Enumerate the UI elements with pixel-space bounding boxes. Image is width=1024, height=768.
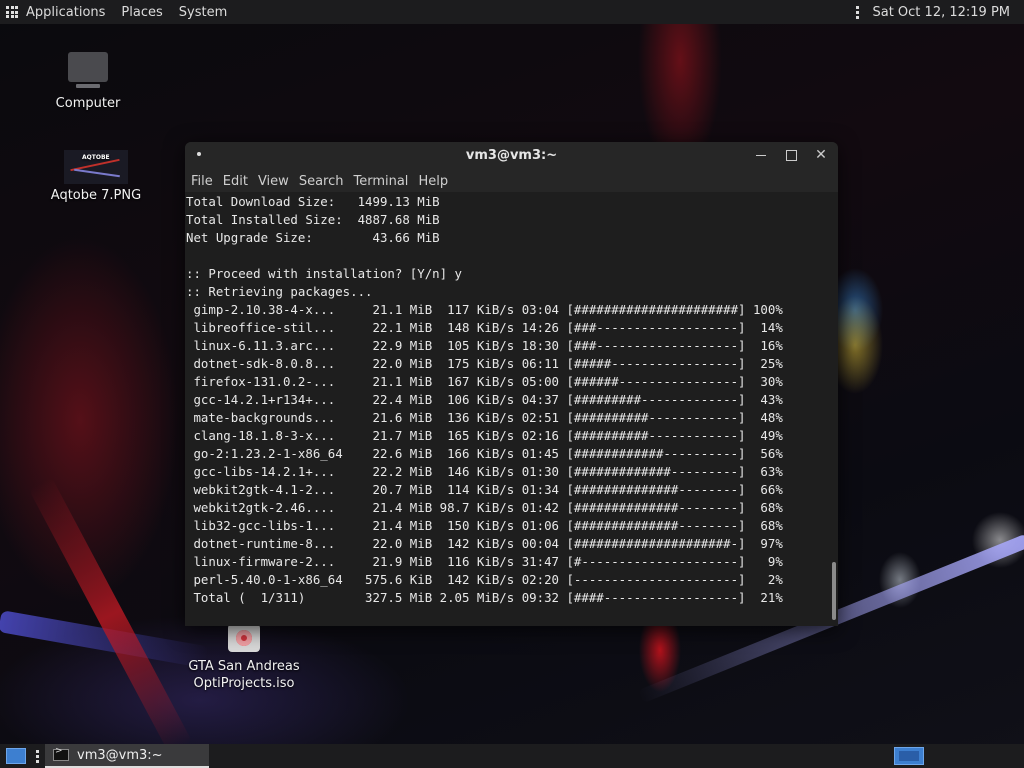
close-button[interactable]: ✕ — [812, 146, 830, 164]
terminal-line: :: Retrieving packages... — [186, 284, 373, 299]
package-progress-line: go-2:1.23.2-1-x86_64 22.6 MiB 166 KiB/s … — [193, 446, 783, 461]
terminal-icon — [53, 746, 69, 761]
minimize-icon — [756, 154, 766, 156]
desktop-icon-label: Aqtobe 7.PNG — [50, 188, 142, 203]
menu-terminal[interactable]: Terminal — [348, 174, 413, 189]
panel-handle-icon[interactable] — [856, 5, 860, 19]
package-progress-line: linux-firmware-2... 21.9 MiB 116 KiB/s 3… — [193, 554, 783, 569]
package-progress-line: linux-6.11.3.arc... 22.9 MiB 105 KiB/s 1… — [193, 338, 783, 353]
terminal-menubar: File Edit View Search Terminal Help — [185, 170, 838, 192]
bottom-panel: vm3@vm3:~ — [0, 744, 1024, 768]
panel-handle-icon[interactable] — [36, 749, 39, 763]
terminal-text: Total Download Size: 1499.13 MiB Total I… — [185, 192, 828, 607]
package-progress-line: lib32-gcc-libs-1... 21.4 MiB 150 KiB/s 0… — [193, 518, 783, 533]
maximize-icon — [785, 149, 797, 161]
places-menu[interactable]: Places — [113, 0, 170, 24]
top-panel: Applications Places System Sat Oct 12, 1… — [0, 0, 1024, 24]
terminal-line: Net Upgrade Size: 43.66 MiB — [186, 230, 440, 245]
close-icon: ✕ — [815, 147, 827, 163]
menu-help[interactable]: Help — [413, 174, 453, 189]
package-progress-line: perl-5.40.0-1-x86_64 575.6 KiB 142 KiB/s… — [193, 572, 783, 587]
desktop-icon-gta-iso[interactable]: GTA San Andreas OptiProjects.iso — [184, 624, 304, 692]
package-progress-line: dotnet-sdk-8.0.8... 22.0 MiB 175 KiB/s 0… — [193, 356, 783, 371]
menu-view[interactable]: View — [253, 174, 294, 189]
package-progress-line: mate-backgrounds... 21.6 MiB 136 KiB/s 0… — [193, 410, 783, 425]
terminal-titlebar[interactable]: vm3@vm3:~ ✕ — [185, 142, 838, 170]
desktop-icon-computer[interactable]: Computer — [52, 52, 124, 111]
taskbar-item-terminal[interactable]: vm3@vm3:~ — [45, 744, 209, 768]
package-progress-line: clang-18.1.8-3-x... 21.7 MiB 165 KiB/s 0… — [193, 428, 783, 443]
terminal-scrollbar[interactable] — [828, 192, 838, 626]
window-title: vm3@vm3:~ — [465, 148, 558, 163]
applications-grid-icon[interactable] — [6, 6, 18, 18]
package-progress-line: libreoffice-stil... 22.1 MiB 148 KiB/s 1… — [193, 320, 783, 335]
package-progress-line: dotnet-runtime-8... 22.0 MiB 142 KiB/s 0… — [193, 536, 783, 551]
wallpaper-streak — [28, 476, 193, 754]
terminal-window[interactable]: vm3@vm3:~ ✕ File Edit View Search Termin… — [185, 142, 838, 626]
terminal-line: :: Proceed with installation? [Y/n] y — [186, 266, 463, 281]
package-progress-line: Total ( 1/311) 327.5 MiB 2.05 MiB/s 09:3… — [193, 590, 783, 605]
package-progress-line: gimp-2.10.38-4-x... 21.1 MiB 117 KiB/s 0… — [193, 302, 783, 317]
terminal-output[interactable]: Total Download Size: 1499.13 MiB Total I… — [185, 192, 828, 626]
package-progress-line: firefox-131.0.2-... 21.1 MiB 167 KiB/s 0… — [193, 374, 783, 389]
desktop-icon-label: GTA San Andreas OptiProjects.iso — [188, 659, 300, 691]
terminal-line: Total Installed Size: 4887.68 MiB — [186, 212, 440, 227]
desktop-icon-label: Computer — [55, 96, 121, 111]
package-progress-line: gcc-14.2.1+r134+... 22.4 MiB 106 KiB/s 0… — [193, 392, 783, 407]
package-progress-line: gcc-libs-14.2.1+... 22.2 MiB 146 KiB/s 0… — [193, 464, 783, 479]
computer-icon — [68, 52, 108, 88]
menu-search[interactable]: Search — [294, 174, 349, 189]
applications-menu[interactable]: Applications — [18, 0, 113, 24]
scrollbar-thumb[interactable] — [832, 562, 836, 620]
package-progress-line: webkit2gtk-2.46.... 21.4 MiB 98.7 KiB/s … — [193, 500, 783, 515]
taskbar-item-label: vm3@vm3:~ — [77, 747, 163, 763]
desktop-icon-aqtobe-png[interactable]: AQTOBE Aqtobe 7.PNG — [46, 150, 146, 203]
system-menu[interactable]: System — [171, 0, 235, 24]
clock[interactable]: Sat Oct 12, 12:19 PM — [872, 5, 1024, 20]
disc-image-icon — [228, 624, 260, 652]
maximize-button[interactable] — [782, 146, 800, 164]
menu-file[interactable]: File — [186, 174, 218, 189]
menu-edit[interactable]: Edit — [218, 174, 253, 189]
show-desktop-button[interactable] — [6, 748, 26, 764]
minimize-button[interactable] — [752, 146, 770, 164]
terminal-line: Total Download Size: 1499.13 MiB — [186, 194, 440, 209]
image-file-icon: AQTOBE — [64, 150, 128, 184]
workspace-switcher[interactable] — [894, 747, 924, 765]
package-progress-line: webkit2gtk-4.1-2... 20.7 MiB 114 KiB/s 0… — [193, 482, 783, 497]
